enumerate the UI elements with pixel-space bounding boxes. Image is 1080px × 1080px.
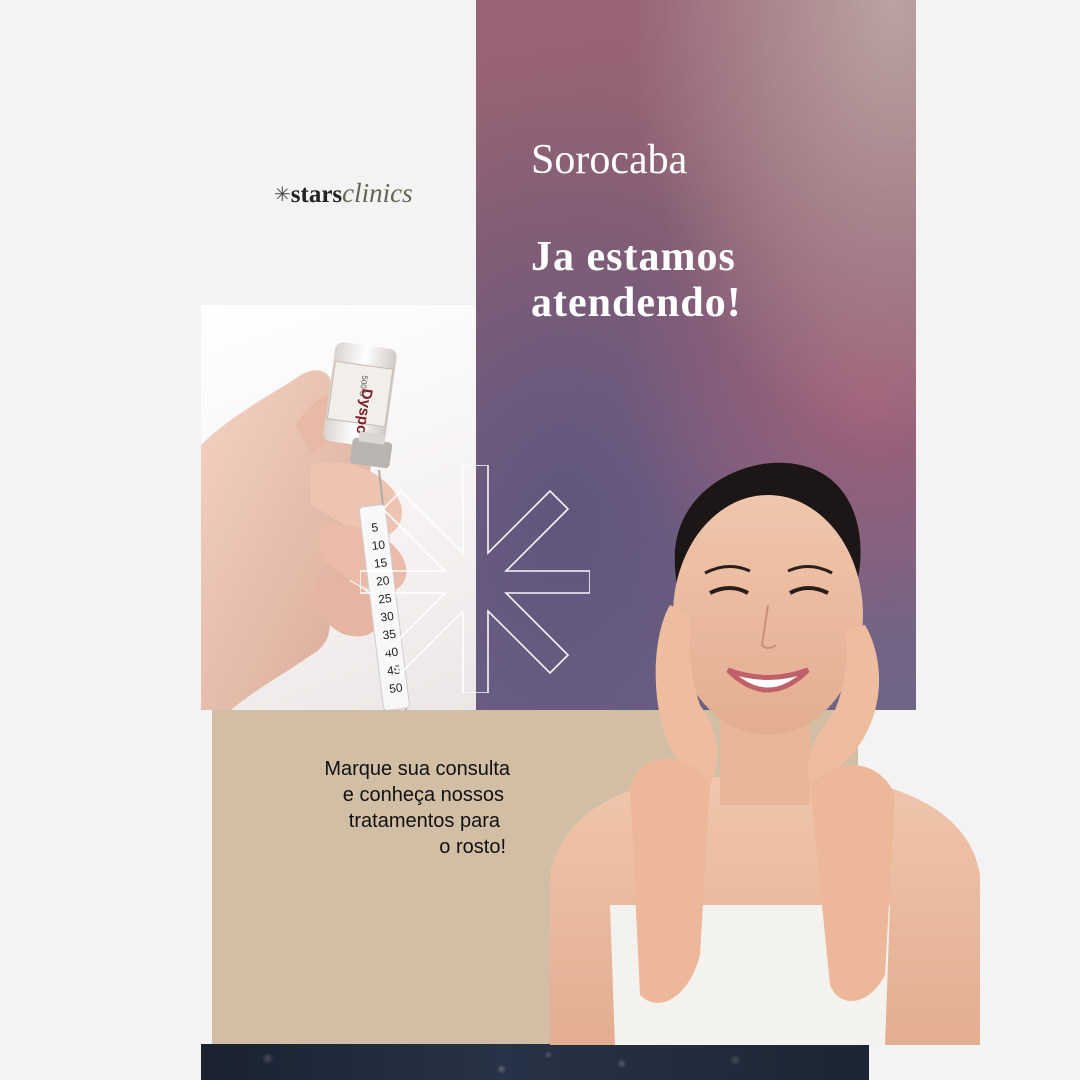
cta-line-2: e conheça nossos	[342, 784, 504, 806]
logo-word-clinics: clinics	[342, 178, 413, 208]
location-title: Sorocaba	[531, 137, 688, 183]
smiling-woman-photo	[550, 462, 980, 1045]
asterisk-icon: ✳	[274, 182, 291, 206]
cta-line-3: tratamentos para	[348, 810, 500, 832]
cta-text: Marque sua consulta e conheça nossos tra…	[270, 756, 510, 860]
headline: Ja estamos atendendo!	[531, 234, 742, 326]
stars-clinics-logo[interactable]: ✳starsclinics	[274, 178, 413, 209]
cta-line-1: Marque sua consulta	[324, 758, 510, 780]
logo-word-stars: stars	[290, 181, 343, 208]
cta-line-4: o rosto!	[439, 836, 506, 858]
dark-texture-strip	[201, 1044, 869, 1080]
